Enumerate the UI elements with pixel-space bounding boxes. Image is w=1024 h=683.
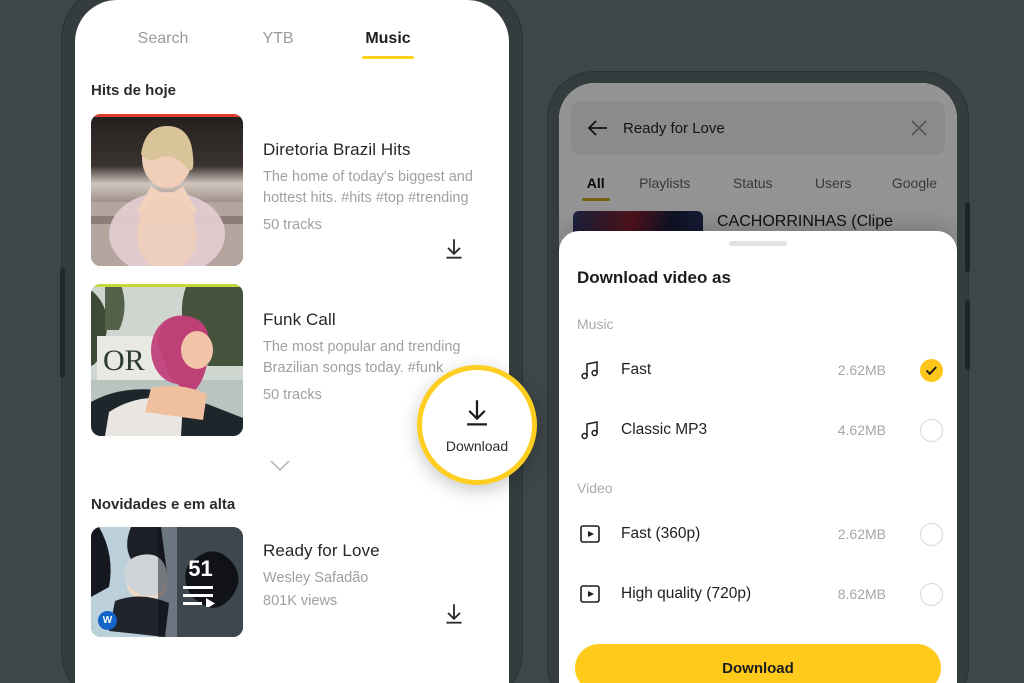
list-item-title: Funk Call: [263, 310, 336, 329]
sheet-title: Download video as: [577, 268, 731, 287]
thumbnail-image: [91, 114, 243, 266]
option-size: 4.62MB: [837, 422, 886, 438]
list-item-meta: 50 tracks: [263, 216, 322, 233]
list-item-text: Diretoria Brazil Hits The home of today'…: [243, 114, 509, 266]
option-size: 2.62MB: [837, 526, 886, 542]
list-item-title: Diretoria Brazil Hits: [263, 140, 411, 159]
download-arrow-icon[interactable]: [441, 236, 467, 262]
thumbnail-accent-bar: [91, 114, 243, 117]
list-item-text: Ready for Love Wesley Safadão 801K views: [243, 527, 509, 637]
radio-selected-icon[interactable]: [920, 358, 943, 382]
download-callout[interactable]: Download: [417, 365, 537, 485]
option-size: 8.62MB: [837, 586, 886, 602]
download-options-sheet: Download video as Music Fast 2.62MB Clas…: [559, 231, 957, 683]
chevron-down-icon: [270, 459, 290, 471]
group-label-music: Music: [577, 316, 614, 332]
volume-button[interactable]: [60, 268, 65, 378]
power-button[interactable]: [965, 202, 970, 272]
playlist-track-count: 51: [188, 555, 213, 581]
callout-label: Download: [445, 438, 509, 454]
thumbnail-accent-bar: [91, 284, 243, 287]
playlist-thumbnail[interactable]: 51 W: [91, 527, 243, 637]
left-phone-screen: Search YTB Music Hits de hoje Diretoria …: [75, 0, 509, 683]
music-note-icon: [577, 417, 603, 443]
download-arrow-icon: [467, 400, 487, 426]
volume-button[interactable]: [965, 300, 970, 370]
list-item[interactable]: Diretoria Brazil Hits The home of today'…: [75, 114, 509, 266]
video-play-icon: [577, 581, 603, 607]
option-row-music-classic[interactable]: Classic MP3 4.62MB: [559, 400, 957, 460]
option-label: High quality (720p): [621, 585, 752, 602]
video-play-icon: [577, 521, 603, 547]
list-item-artist: Wesley Safadão: [263, 570, 369, 586]
channel-badge-icon: W: [98, 611, 117, 630]
music-note-icon: [577, 357, 603, 383]
option-row-video-720p[interactable]: High quality (720p) 8.62MB: [559, 564, 957, 624]
music-tab-bar: Search YTB Music: [75, 0, 509, 48]
list-item[interactable]: 51 W Ready for Love Wesley Safadão 801K …: [75, 527, 509, 637]
radio-unselected-icon[interactable]: [920, 582, 943, 606]
thumbnail-image: OR: [91, 284, 243, 436]
list-item-description: The home of today's biggest and hottest …: [263, 169, 473, 206]
tab-ytb[interactable]: YTB: [223, 22, 333, 48]
playlist-thumbnail[interactable]: OR: [91, 284, 243, 436]
option-row-video-360p[interactable]: Fast (360p) 2.62MB: [559, 504, 957, 564]
sheet-footer: Download: [559, 630, 957, 683]
radio-unselected-icon[interactable]: [920, 418, 943, 442]
right-phone-frame: Ready for Love All Playlists Status User…: [548, 72, 970, 683]
option-label: Fast: [621, 361, 652, 378]
playlist-overlay: 51: [157, 527, 243, 637]
option-label: Classic MP3: [621, 421, 708, 438]
download-button[interactable]: Download: [575, 644, 941, 683]
group-label-video: Video: [577, 480, 613, 496]
list-item-title: Ready for Love: [263, 541, 380, 560]
playlist-icon: [183, 585, 216, 607]
section-title-hits: Hits de hoje: [91, 82, 177, 99]
tab-music[interactable]: Music: [333, 22, 443, 48]
playlist-thumbnail[interactable]: [91, 114, 243, 266]
option-size: 2.62MB: [837, 362, 886, 378]
download-arrow-icon[interactable]: [441, 601, 467, 627]
radio-unselected-icon[interactable]: [920, 522, 943, 546]
svg-text:OR: OR: [103, 344, 145, 377]
option-row-music-fast[interactable]: Fast 2.62MB: [559, 340, 957, 400]
list-item-views: 801K views: [263, 593, 338, 609]
tab-search[interactable]: Search: [103, 22, 223, 48]
left-phone-frame: Search YTB Music Hits de hoje Diretoria …: [60, 0, 522, 683]
right-phone-screen: Ready for Love All Playlists Status User…: [559, 83, 957, 683]
section-title-novidades: Novidades e em alta: [91, 496, 236, 513]
option-label: Fast (360p): [621, 525, 701, 542]
